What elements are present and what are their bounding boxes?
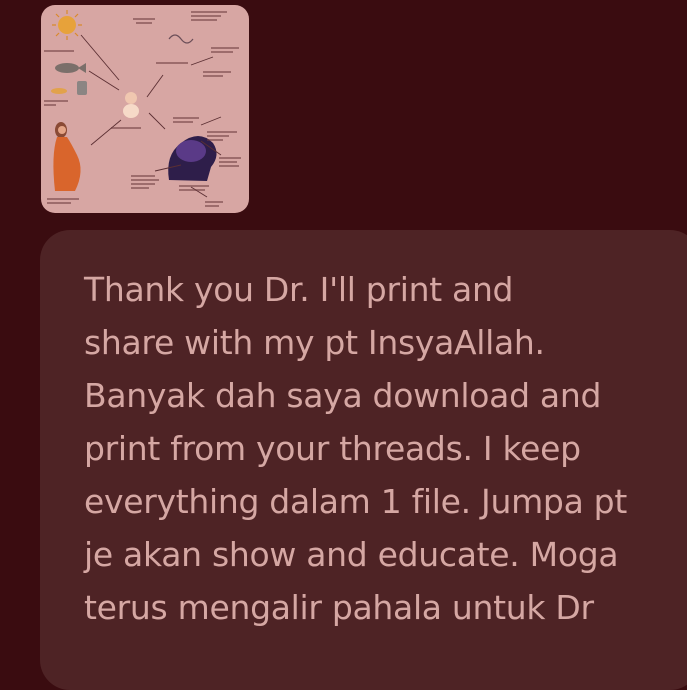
attached-image-thumbnail[interactable] <box>41 5 249 213</box>
baby-icon <box>123 92 139 118</box>
chat-screen: { "attachment": { "alt_icon": "infograph… <box>0 0 687 690</box>
message-line: Thank you Dr. I'll print and <box>84 270 514 309</box>
message-text: Thank you Dr. I'll print and share with … <box>84 263 680 634</box>
message-line: everything dalam 1 file. Jumpa pt <box>84 482 627 521</box>
message-line: terus mengalir pahala untuk Dr <box>84 588 594 627</box>
message-line: share with my pt InsyaAllah. <box>84 323 545 362</box>
message-line: print from your threads. I keep <box>84 429 581 468</box>
pregnant-woman-icon <box>53 122 81 191</box>
message-line: Banyak dah saya download and <box>84 376 602 415</box>
brain-head-icon <box>168 136 217 181</box>
fish-icon <box>55 63 86 73</box>
message-line: je akan show and educate. Moga <box>84 535 619 574</box>
infographic-thumbnail-icon <box>44 10 241 207</box>
sun-icon <box>52 10 82 40</box>
